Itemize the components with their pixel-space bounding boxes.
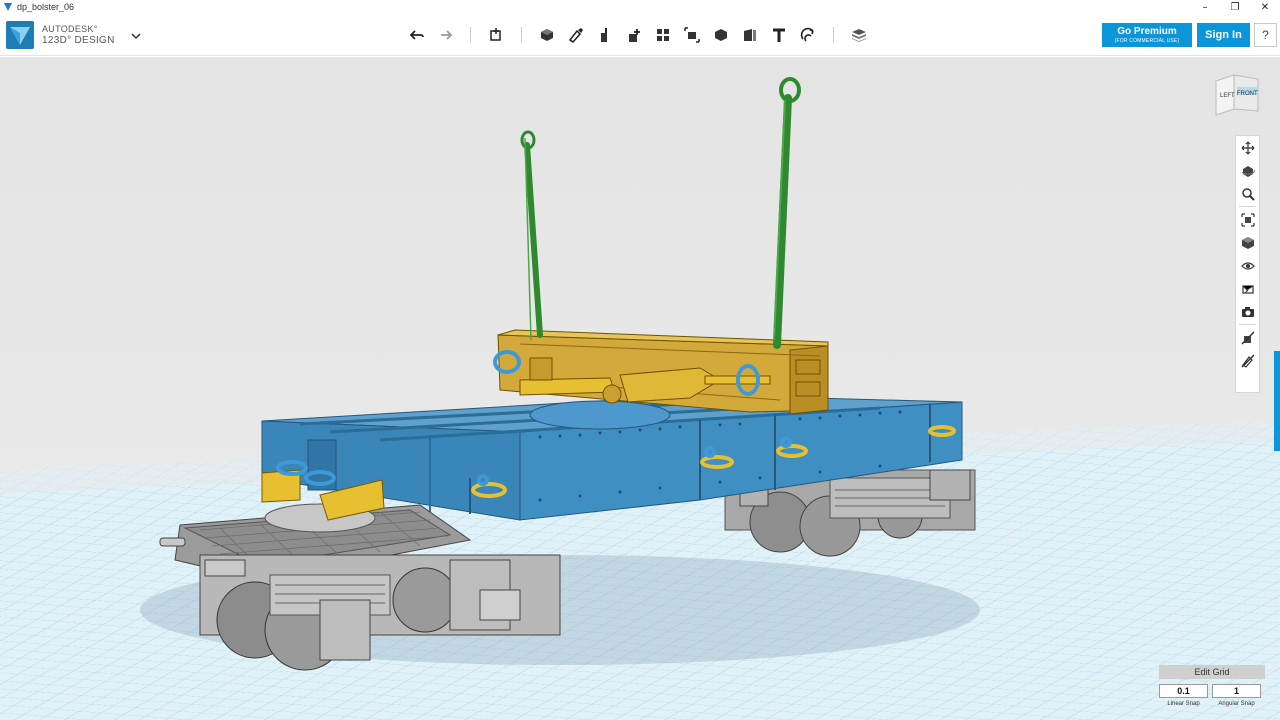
toolbar-tools [406, 24, 870, 46]
close-button[interactable]: ✕ [1250, 0, 1280, 14]
nav-divider [1239, 324, 1256, 325]
brand-company: AUTODESK° [42, 24, 98, 34]
help-button[interactable]: ? [1254, 23, 1277, 47]
text-icon[interactable] [768, 24, 790, 46]
navigation-bar [1235, 135, 1260, 393]
material-view-icon[interactable] [1236, 277, 1259, 300]
combine-icon[interactable] [710, 24, 732, 46]
premium-label: Go Premium [1117, 26, 1177, 37]
linear-snap-field[interactable]: 0.1 [1159, 684, 1208, 698]
toolbar-divider [521, 27, 522, 43]
viewcube-left-label: LEFT [1220, 93, 1235, 99]
stanchion-rods [520, 77, 801, 349]
material-icon[interactable] [848, 24, 870, 46]
linear-snap-label: Linear Snap [1167, 701, 1200, 707]
app-logo[interactable] [6, 21, 34, 49]
pattern-icon[interactable] [652, 24, 674, 46]
edit-grid-button[interactable]: Edit Grid [1159, 665, 1265, 679]
sign-in-button[interactable]: Sign In [1197, 23, 1250, 47]
zoom-icon[interactable] [1236, 182, 1259, 205]
app-brand: AUTODESK° 123D° DESIGN [42, 24, 115, 46]
camera-icon[interactable] [1236, 300, 1259, 323]
angular-snap-field[interactable]: 1 [1212, 684, 1261, 698]
viewcube-front-label: FRONT [1237, 91, 1258, 97]
app-icon [4, 3, 12, 11]
main-toolbar: AUTODESK° 123D° DESIGN Go Premium (FOR C… [0, 14, 1280, 56]
angular-snap-label: Angular Snap [1218, 701, 1255, 707]
home-view-icon[interactable] [1236, 231, 1259, 254]
chevron-down-icon[interactable] [129, 29, 143, 43]
sketch-icon[interactable] [565, 24, 587, 46]
visibility-icon[interactable] [1236, 254, 1259, 277]
go-premium-button[interactable]: Go Premium (FOR COMMERCIAL USE) [1102, 23, 1192, 47]
view-cube[interactable]: LEFT FRONT [1212, 73, 1262, 117]
3d-viewport[interactable]: LEFT FRONT Edit Grid 0.1 1 Linear Snap A… [0, 57, 1280, 720]
fit-icon[interactable] [1236, 208, 1259, 231]
toolbar-divider [470, 27, 471, 43]
minimize-button[interactable]: – [1190, 0, 1220, 14]
toolbar-divider [833, 27, 834, 43]
hide-objects-icon[interactable] [1236, 349, 1259, 372]
side-panel-tab[interactable] [1274, 351, 1280, 451]
redo-icon[interactable] [434, 24, 456, 46]
brand-product: 123D° DESIGN [42, 35, 115, 46]
primitives-icon[interactable] [536, 24, 558, 46]
hide-sketch-icon[interactable] [1236, 326, 1259, 349]
grouping-icon[interactable] [681, 24, 703, 46]
maximize-button[interactable]: ❐ [1220, 0, 1250, 14]
model-scene[interactable] [0, 57, 1280, 720]
pan-icon[interactable] [1236, 136, 1259, 159]
undo-icon[interactable] [406, 24, 428, 46]
snap-icon[interactable] [797, 24, 819, 46]
window-title: dp_bolster_06 [17, 2, 75, 12]
premium-sublabel: (FOR COMMERCIAL USE) [1114, 38, 1180, 44]
orbit-icon[interactable] [1236, 159, 1259, 182]
pivot-plate [529, 400, 671, 430]
transform-icon[interactable] [485, 24, 507, 46]
nav-divider [1239, 206, 1256, 207]
title-bar: dp_bolster_06 – ❐ ✕ [0, 0, 1280, 14]
edit-grid-panel: Edit Grid 0.1 1 Linear Snap Angular Snap [1159, 665, 1265, 720]
measure-icon[interactable] [739, 24, 761, 46]
modify-icon[interactable] [623, 24, 645, 46]
construct-icon[interactable] [594, 24, 616, 46]
